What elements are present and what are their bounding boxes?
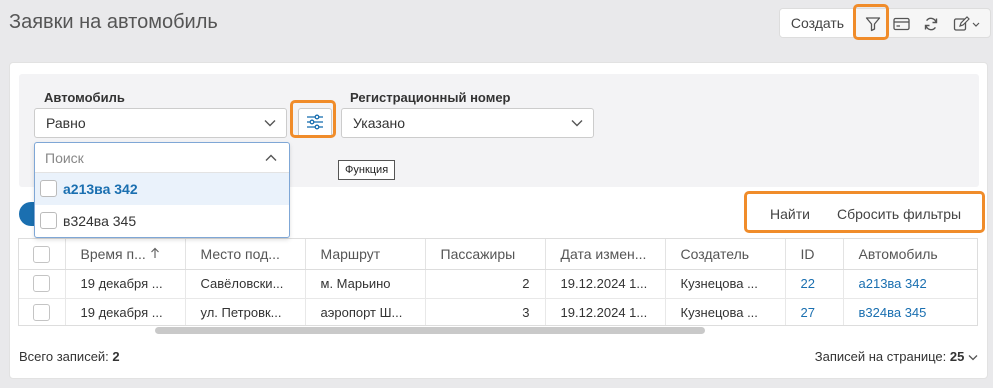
table-cell: 2: [425, 269, 546, 299]
table-cell: 3: [425, 298, 546, 325]
edit-icon[interactable]: [950, 13, 984, 35]
vehicle-dropdown: Поиск а213ва 342 в324ва 345: [34, 142, 290, 238]
chevron-down-icon: [264, 109, 276, 137]
row-checkbox-cell: [19, 269, 66, 299]
column-header[interactable]: Создатель: [665, 239, 786, 270]
table-cell: Савёловски...: [185, 269, 306, 299]
vehicle-operator-select[interactable]: Равно: [34, 108, 287, 138]
function-tooltip: Функция: [338, 160, 396, 180]
filter-highlight: [853, 4, 889, 40]
actions-highlight: [744, 191, 985, 233]
column-header[interactable]: Место под...: [185, 239, 306, 270]
card-icon[interactable]: [890, 13, 912, 35]
option-checkbox[interactable]: [40, 180, 57, 197]
select-all-checkbox[interactable]: [33, 245, 51, 263]
table-cell: Кузнецова ...: [665, 298, 786, 325]
horizontal-scrollbar[interactable]: [155, 327, 705, 334]
total-records: Всего записей: 2: [19, 349, 120, 364]
function-highlight: [290, 100, 336, 138]
table-row[interactable]: 19 декабря ... ул. Петровк... аэропорт Ш…: [19, 298, 977, 325]
column-header[interactable]: Маршрут: [305, 239, 426, 270]
column-header[interactable]: Время п...: [65, 239, 186, 270]
table-cell: 19 декабря ...: [65, 269, 186, 299]
reg-number-label: Регистрационный номер: [350, 90, 511, 105]
row-checkbox[interactable]: [33, 275, 51, 293]
table-cell: аэропорт Ш...: [305, 298, 426, 325]
row-checkbox[interactable]: [33, 304, 51, 322]
vehicle-link[interactable]: а213ва 342: [843, 269, 977, 299]
select-all-checkbox-cell: [19, 239, 66, 270]
vehicle-link[interactable]: в324ва 345: [843, 298, 977, 325]
vehicle-filter-label: Автомобиль: [44, 90, 125, 105]
dropdown-search-input[interactable]: Поиск: [35, 143, 289, 173]
table-cell: м. Марьино: [305, 269, 426, 299]
row-checkbox-cell: [19, 298, 66, 325]
page-title: Заявки на автомобиль: [9, 11, 218, 33]
table-cell: Кузнецова ...: [665, 269, 786, 299]
table-cell: 19.12.2024 1...: [545, 269, 666, 299]
page-size-select[interactable]: Записей на странице: 25: [815, 349, 978, 364]
chevron-down-icon: [571, 109, 583, 137]
create-button[interactable]: Создать: [780, 9, 856, 37]
requests-table: Время п... Место под... Маршрут Пассажир…: [18, 238, 978, 326]
dropdown-option[interactable]: а213ва 342: [35, 173, 289, 205]
sort-arrow-up-icon: [150, 246, 160, 262]
table-cell: 19.12.2024 1...: [545, 298, 666, 325]
refresh-icon[interactable]: [920, 13, 942, 35]
table-cell: 19 декабря ...: [65, 298, 186, 325]
table-cell: ул. Петровк...: [185, 298, 306, 325]
dropdown-option[interactable]: в324ва 345: [35, 205, 289, 237]
table-row[interactable]: 19 декабря ... Савёловски... м. Марьино …: [19, 269, 977, 299]
chevron-up-icon: [265, 143, 277, 173]
chevron-down-icon: [968, 349, 978, 364]
column-header[interactable]: Пассажиры: [425, 239, 546, 270]
column-header[interactable]: ID: [785, 239, 844, 270]
table-header: Время п... Место под... Маршрут Пассажир…: [19, 239, 977, 270]
option-checkbox[interactable]: [40, 212, 57, 229]
column-header[interactable]: Дата измен...: [545, 239, 666, 270]
id-link[interactable]: 27: [785, 298, 844, 325]
reg-number-select[interactable]: Указано: [341, 108, 594, 138]
id-link[interactable]: 22: [785, 269, 844, 299]
column-header[interactable]: Автомобиль: [843, 239, 977, 270]
